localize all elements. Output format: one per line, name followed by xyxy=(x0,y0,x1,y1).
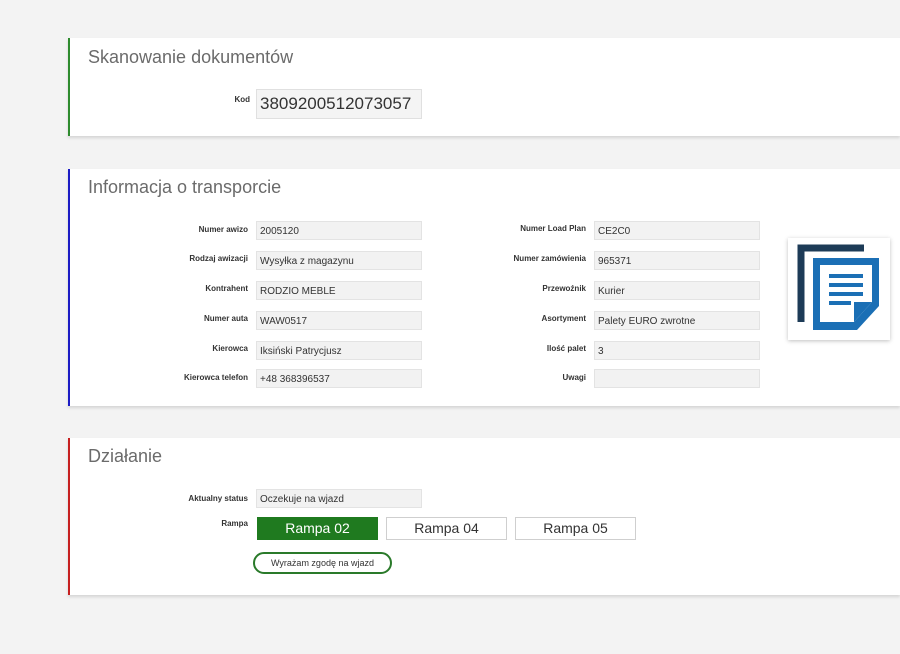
action-panel: Działanie Aktualny status Oczekuje na wj… xyxy=(68,438,900,595)
status-field: Oczekuje na wjazd xyxy=(256,489,422,508)
field-kierowca: Iksiński Patrycjusz xyxy=(256,341,422,360)
transport-panel-title: Informacja o transporcie xyxy=(88,177,282,197)
field-ilosc-palet: 3 xyxy=(594,341,760,360)
label-kierowca: Kierowca xyxy=(212,344,248,353)
field-kontrahent: RODZIO MEBLE xyxy=(256,281,422,300)
ramp-label: Rampa xyxy=(221,519,248,528)
consent-entry-button[interactable]: Wyrażam zgodę na wjazd xyxy=(253,552,392,574)
ramp-05-button[interactable]: Rampa 05 xyxy=(515,517,636,540)
field-numer-auta: WAW0517 xyxy=(256,311,422,330)
field-numer-awizo: 2005120 xyxy=(256,221,422,240)
label-uwagi: Uwagi xyxy=(562,373,586,382)
label-rodzaj-awizacji: Rodzaj awizacji xyxy=(189,254,248,263)
scan-panel: Skanowanie dokumentów Kod 38092005120730… xyxy=(68,38,900,136)
field-kierowca-telefon: +48 368396537 xyxy=(256,369,422,388)
code-input[interactable]: 3809200512073057 xyxy=(256,89,422,119)
code-label: Kod xyxy=(234,95,250,104)
label-kierowca-telefon: Kierowca telefon xyxy=(183,373,248,382)
label-numer-auta: Numer auta xyxy=(203,314,248,323)
field-numer-zamowienia: 965371 xyxy=(594,251,760,270)
document-icon-graphic xyxy=(797,244,879,330)
label-ilosc-palet: Ilość palet xyxy=(546,344,586,353)
field-przewoznik: Kurier xyxy=(594,281,760,300)
label-numer-load-plan: Numer Load Plan xyxy=(520,224,586,233)
field-numer-load-plan: CE2C0 xyxy=(594,221,760,240)
document-icon[interactable] xyxy=(788,238,890,340)
transport-panel: Informacja o transporcie Numer awizo 200… xyxy=(68,169,900,406)
ramp-04-button[interactable]: Rampa 04 xyxy=(386,517,507,540)
label-numer-zamowienia: Numer zamówienia xyxy=(513,254,586,263)
label-numer-awizo: Numer awizo xyxy=(198,225,248,234)
status-label: Aktualny status xyxy=(188,494,248,503)
ramp-02-button[interactable]: Rampa 02 xyxy=(257,517,378,540)
action-panel-title: Działanie xyxy=(88,446,163,466)
field-rodzaj-awizacji: Wysyłka z magazynu xyxy=(256,251,422,270)
label-przewoznik: Przewoźnik xyxy=(542,284,586,293)
label-asortyment: Asortyment xyxy=(541,314,586,323)
field-uwagi xyxy=(594,369,760,388)
label-kontrahent: Kontrahent xyxy=(205,284,248,293)
field-asortyment: Palety EURO zwrotne xyxy=(594,311,760,330)
scan-panel-title: Skanowanie dokumentów xyxy=(88,47,294,67)
